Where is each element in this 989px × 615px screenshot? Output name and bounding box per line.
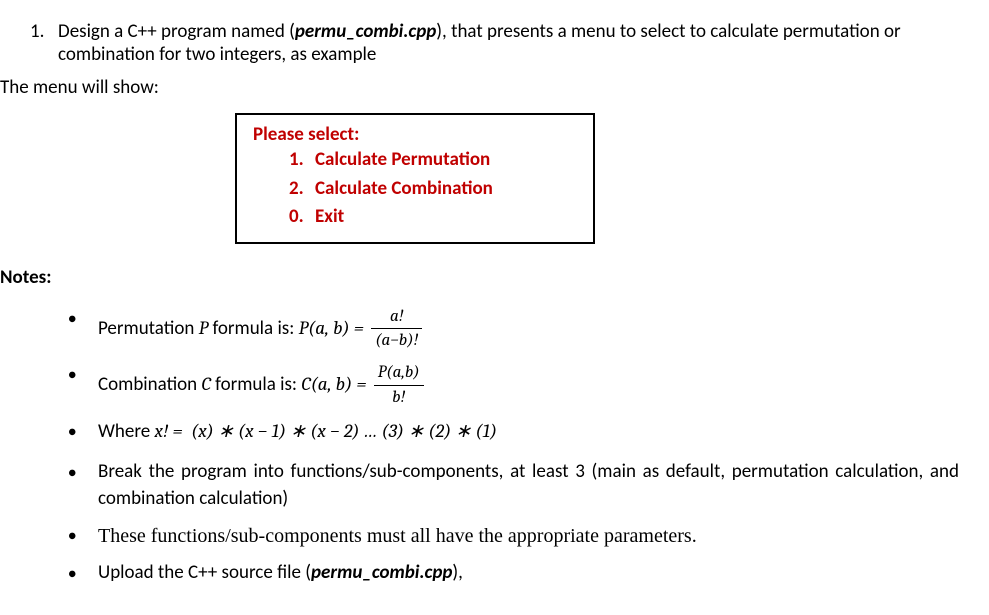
menu-item-label: Exit — [315, 205, 344, 228]
bullet-marker-icon: ● — [68, 305, 98, 327]
menu-box: Please select: 1.Calculate Permutation 2… — [235, 113, 595, 244]
notes-header: Notes: — [0, 266, 959, 289]
perm-frac-den: (a−b)! — [371, 329, 422, 353]
question-filename: permu_combi.cpp — [295, 20, 436, 43]
comb-func: C(a, b) = — [301, 373, 366, 395]
bullet-factorial: ● Where x! = (x) ∗ (x − 1) ∗ (x − 2) … (… — [68, 418, 959, 446]
bullet-marker-icon: ● — [68, 459, 98, 481]
menu-item-label: Calculate Permutation — [315, 148, 490, 171]
perm-fraction: a! (a−b)! — [371, 305, 422, 354]
comb-frac-num: P(a,b) — [374, 361, 424, 386]
bullet-permutation: ● Permutation P formula is: P(a, b) = a!… — [68, 305, 959, 354]
menu-item-num: 0. — [289, 203, 315, 232]
break-program-text: Break the program into functions/sub-com… — [98, 459, 959, 512]
menu-item-label: Calculate Combination — [315, 177, 493, 200]
menu-header: Please select: — [253, 123, 577, 146]
menu-item-num: 1. — [289, 146, 315, 175]
menu-list: 1.Calculate Permutation 2.Calculate Comb… — [289, 146, 577, 232]
comb-prefix: Combination — [98, 373, 201, 396]
bullet-parameters: ● These functions/sub-components must al… — [68, 522, 959, 550]
parameters-text: These functions/sub-components must all … — [98, 522, 959, 550]
question-prefix: Design a C++ program named ( — [58, 20, 295, 43]
bullet-marker-icon: ● — [68, 361, 98, 383]
perm-var: P — [199, 316, 209, 338]
upload-filename: permu_combi.cpp — [311, 561, 452, 584]
perm-prefix: Permutation — [98, 316, 199, 339]
bullet-break-program: ● Break the program into functions/sub-c… — [68, 459, 959, 512]
menu-item: 0.Exit — [289, 203, 577, 232]
menu-item: 2.Calculate Combination — [289, 175, 577, 204]
upload-suffix: ), — [452, 561, 463, 584]
bullet-combination: ● Combination C formula is: C(a, b) = P(… — [68, 361, 959, 410]
perm-func: P(a, b) = — [299, 316, 364, 338]
menu-intro: The menu will show: — [0, 76, 959, 99]
question-number: 1. — [30, 20, 58, 66]
bullet-marker-icon: ● — [68, 560, 98, 582]
comb-frac-den: b! — [374, 386, 424, 410]
question-text: Design a C++ program named (permu_combi.… — [58, 20, 959, 66]
menu-item-num: 2. — [289, 175, 315, 204]
fact-rhs: (x) ∗ (x − 1) ∗ (x − 2) … (3) ∗ (2) ∗ (1… — [191, 420, 497, 442]
comb-fraction: P(a,b) b! — [374, 361, 424, 410]
bullet-marker-icon: ● — [68, 418, 98, 440]
fact-prefix: Where — [98, 420, 154, 443]
bullet-marker-icon: ● — [68, 522, 98, 544]
comb-var: C — [201, 373, 210, 395]
perm-mid: formula is: — [208, 316, 298, 339]
bullets-list: ● Permutation P formula is: P(a, b) = a!… — [68, 305, 959, 588]
comb-mid: formula is: — [211, 373, 301, 396]
menu-item: 1.Calculate Permutation — [289, 146, 577, 175]
bullet-upload: ● Upload the C++ source file (permu_comb… — [68, 560, 959, 587]
perm-frac-num: a! — [371, 305, 422, 330]
upload-prefix: Upload the C++ source file ( — [98, 561, 311, 584]
fact-lhs: x! = — [154, 420, 182, 442]
